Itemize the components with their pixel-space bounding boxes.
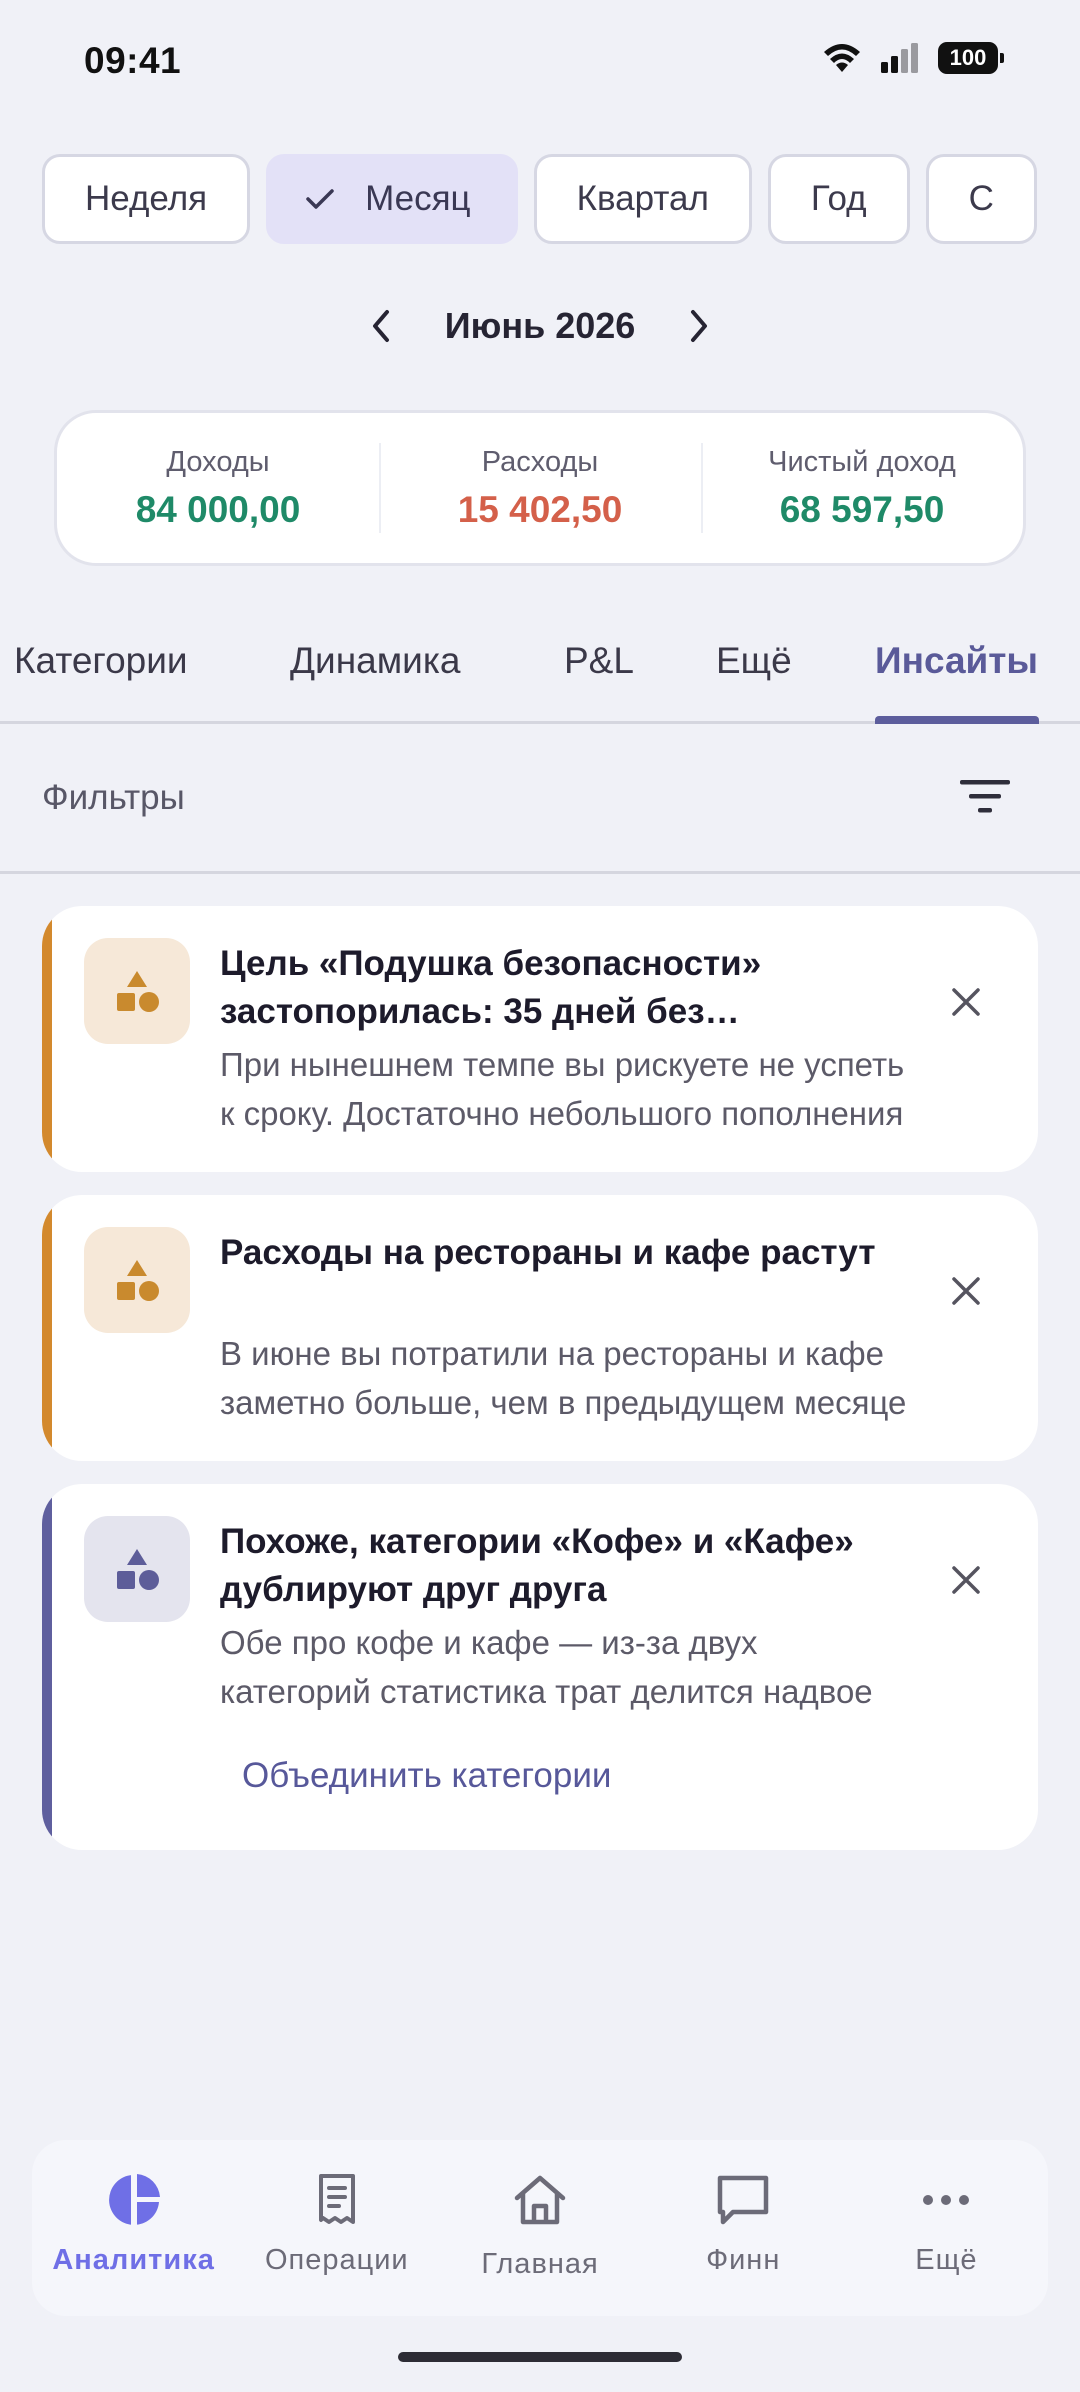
insight-body: В июне вы потратили на рестораны и кафе …: [220, 1335, 907, 1421]
current-month-label: Июнь 2026: [444, 305, 636, 346]
nav-label: Главная: [481, 2248, 599, 2280]
insight-card-restaurants-rising[interactable]: Расходы на рестораны и кафе растут В июн…: [42, 1195, 1038, 1461]
nav-item-more[interactable]: Ещё: [845, 2140, 1048, 2316]
expenses-label: Расходы: [481, 445, 599, 478]
active-tab-indicator: [875, 716, 1039, 724]
insight-title: Похоже, категории «Кофе» и «Кафе» дублир…: [220, 1522, 854, 1609]
income-summary: Доходы 84 000,00: [57, 413, 379, 563]
insight-title: Расходы на рестораны и кафе растут: [220, 1233, 876, 1272]
dismiss-insight-button[interactable]: [946, 1560, 986, 1600]
filters-bar[interactable]: Фильтры: [0, 724, 1080, 874]
insight-body: Обе про кофе и кафе — из-за двух категор…: [220, 1624, 873, 1710]
period-chip-month[interactable]: Месяц: [266, 154, 518, 244]
nav-item-operations[interactable]: Операции: [235, 2140, 438, 2316]
nav-item-home[interactable]: Главная: [438, 2140, 641, 2316]
period-chip-label: Квартал: [576, 179, 709, 218]
card-accent-bar: [42, 1484, 52, 1850]
next-month-button[interactable]: [679, 306, 719, 346]
dismiss-insight-button[interactable]: [946, 1271, 986, 1311]
insight-title: Цель «Подушка безопасности» застопорилас…: [220, 944, 762, 1031]
period-selector: Неделя Месяц Квартал Год С: [42, 154, 1038, 246]
more-dots-icon: [916, 2170, 976, 2230]
status-time: 09:41: [84, 40, 182, 81]
net-income-summary: Чистый доход 68 597,50: [701, 413, 1023, 563]
card-accent-bar: [42, 1195, 52, 1461]
wifi-icon: [824, 44, 860, 72]
period-chip-label: Год: [810, 179, 867, 218]
month-navigator: Июнь 2026: [0, 296, 1080, 356]
period-chip-quarter[interactable]: Квартал: [533, 154, 752, 244]
insight-type-icon: [84, 938, 190, 1044]
receipt-icon: [307, 2170, 367, 2230]
shapes-icon: [117, 1549, 159, 1590]
period-chip-year[interactable]: Год: [767, 154, 910, 244]
merge-categories-button[interactable]: Объединить категории: [242, 1756, 611, 1796]
period-chip-label: Месяц: [365, 179, 471, 218]
insight-card-duplicate-categories[interactable]: Похоже, категории «Кофе» и «Кафе» дублир…: [42, 1484, 1038, 1850]
insight-type-icon: [84, 1227, 190, 1333]
status-bar: 09:41 100: [0, 0, 1080, 120]
period-chip-label: С: [968, 179, 994, 218]
insight-body: При нынешнем темпе вы рискуете не успеть…: [220, 1046, 905, 1132]
signal-icon: [881, 43, 918, 73]
filter-icon[interactable]: [958, 774, 1012, 820]
chevron-right-icon: [691, 310, 708, 342]
chevron-left-icon: [372, 310, 389, 342]
net-income-value: 68 597,50: [779, 488, 945, 530]
check-icon: [306, 189, 334, 209]
period-chip-week[interactable]: Неделя: [42, 154, 251, 244]
battery-icon: 100: [938, 42, 1004, 74]
income-value: 84 000,00: [135, 488, 301, 530]
insight-card-goal-stalled[interactable]: Цель «Подушка безопасности» застопорилас…: [42, 906, 1038, 1172]
period-chip-custom[interactable]: С: [925, 154, 1037, 244]
nav-item-analytics[interactable]: Аналитика: [32, 2140, 235, 2316]
chat-bubble-icon: [713, 2170, 773, 2230]
nav-item-finn[interactable]: Финн: [642, 2140, 845, 2316]
expenses-summary: Расходы 15 402,50: [379, 413, 701, 563]
prev-month-button[interactable]: [361, 306, 401, 346]
tab-more[interactable]: Ещё: [716, 640, 792, 682]
home-indicator: [398, 2352, 682, 2362]
home-icon: [510, 2170, 570, 2230]
income-label: Доходы: [166, 445, 270, 478]
shapes-icon: [117, 971, 159, 1012]
nav-label: Финн: [706, 2244, 781, 2276]
dismiss-insight-button[interactable]: [946, 982, 986, 1022]
tab-pnl[interactable]: P&L: [564, 640, 634, 682]
tab-insights[interactable]: Инсайты: [875, 640, 1038, 682]
card-accent-bar: [42, 906, 52, 1172]
summary-card: Доходы 84 000,00 Расходы 15 402,50 Чисты…: [54, 410, 1026, 566]
nav-label: Аналитика: [52, 2244, 215, 2276]
net-income-label: Чистый доход: [768, 445, 956, 478]
insight-type-icon: [84, 1516, 190, 1622]
filters-label: Фильтры: [42, 778, 185, 817]
tab-dynamics[interactable]: Динамика: [290, 640, 460, 682]
expenses-value: 15 402,50: [457, 488, 623, 530]
nav-label: Операции: [264, 2244, 409, 2276]
analytics-pie-icon: [104, 2170, 164, 2230]
period-chip-label: Неделя: [85, 179, 208, 218]
shapes-icon: [117, 1260, 159, 1301]
tab-categories[interactable]: Категории: [14, 640, 188, 682]
nav-label: Ещё: [915, 2244, 978, 2276]
status-icons: 100: [822, 42, 1004, 74]
bottom-navigation: Аналитика Операции Главная Финн Ещё: [32, 2140, 1048, 2316]
analytics-tabs: Категории Динамика P&L Ещё Инсайты: [0, 620, 1080, 724]
